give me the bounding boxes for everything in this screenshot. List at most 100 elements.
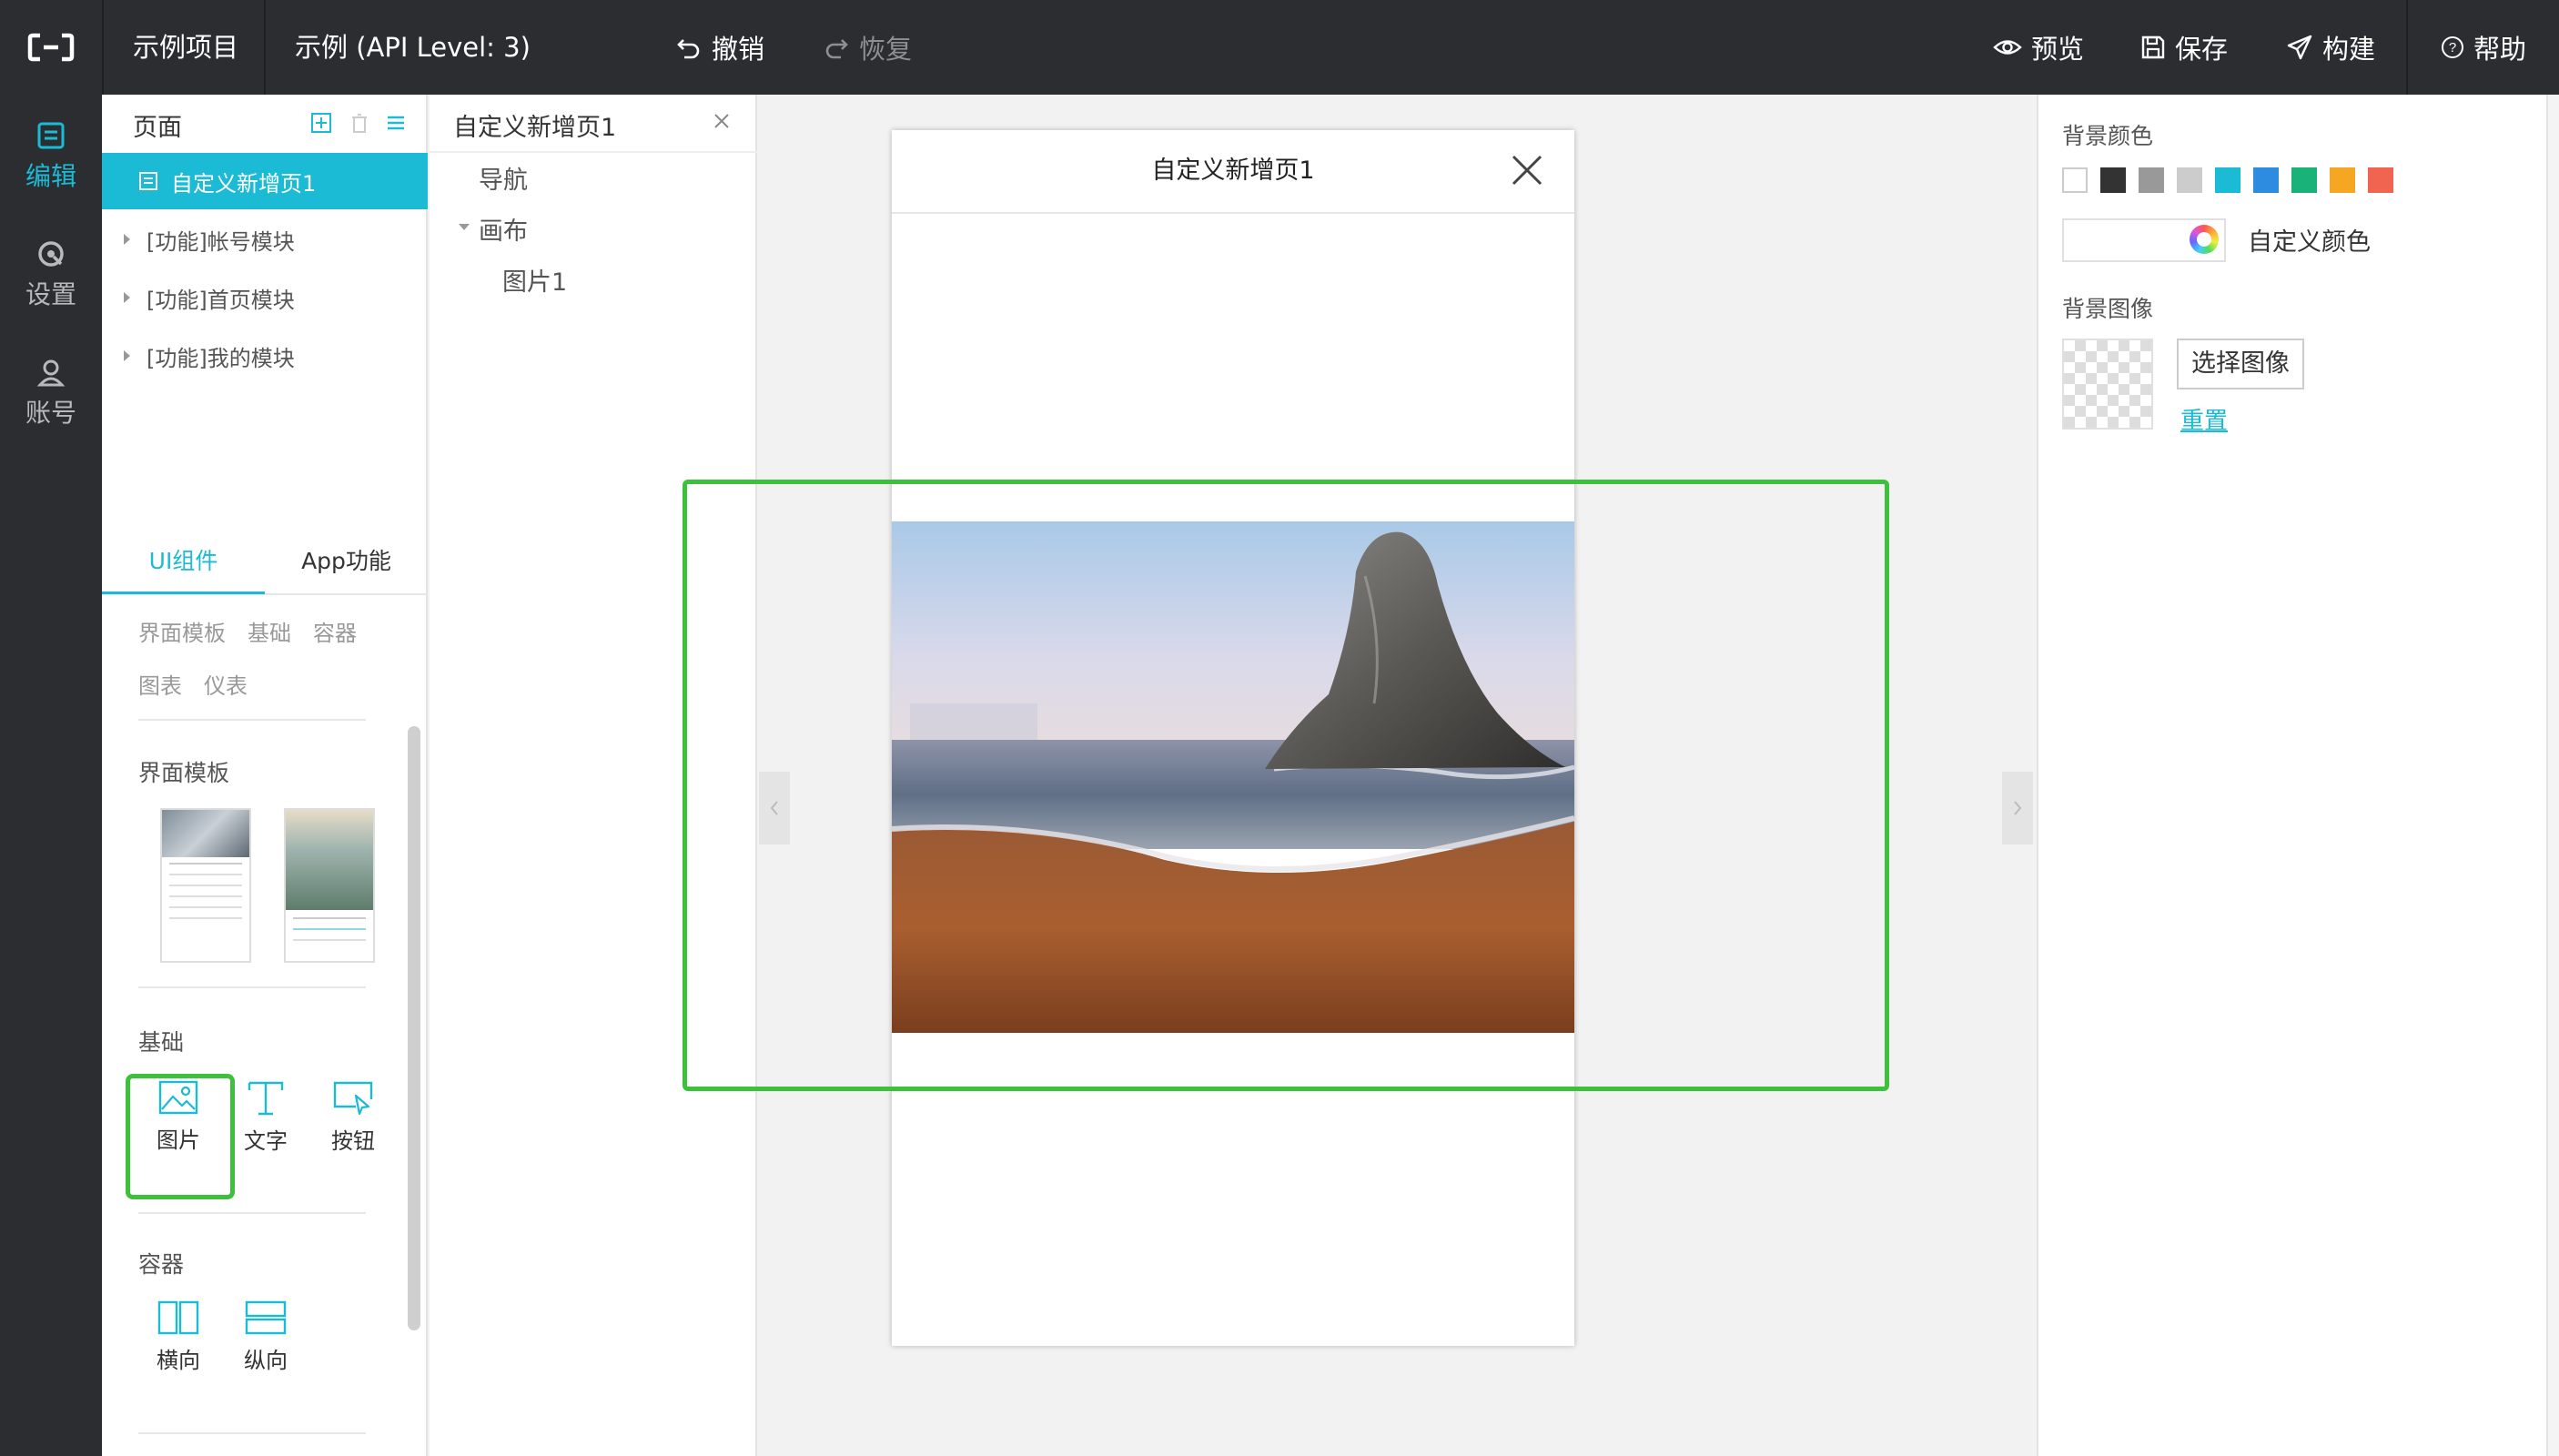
- undo-button[interactable]: 撤销: [675, 0, 764, 95]
- page-scrollbar[interactable]: [2546, 95, 2559, 1456]
- app-title: 示例 (API Level: 3): [295, 32, 531, 63]
- color-swatch[interactable]: [2291, 167, 2317, 193]
- trash-icon: [352, 114, 367, 133]
- caret-down-icon[interactable]: [459, 224, 470, 230]
- category-chart[interactable]: 图表: [138, 668, 182, 700]
- rail-label-settings: 设置: [25, 279, 76, 309]
- page-item-home-module[interactable]: [功能]首页模块: [102, 269, 428, 326]
- palette-tabs: UI组件 App功能: [102, 530, 428, 595]
- color-swatch[interactable]: [2177, 167, 2202, 193]
- color-swatch[interactable]: [2139, 167, 2164, 193]
- divider: [138, 719, 366, 721]
- page-item-label: [功能]帐号模块: [147, 228, 295, 255]
- phone-title: 自定义新增页1: [1151, 157, 1315, 185]
- divider: [138, 986, 366, 988]
- color-swatch[interactable]: [2100, 167, 2126, 193]
- color-wheel-icon[interactable]: [2190, 225, 2219, 254]
- redo-label: 恢复: [859, 34, 913, 65]
- tab-ui-components[interactable]: UI组件: [102, 530, 265, 594]
- custom-color-input[interactable]: [2062, 218, 2226, 262]
- rail-label-account: 账号: [25, 398, 76, 428]
- category-basic[interactable]: 基础: [248, 615, 291, 647]
- nav-rail: 编辑 设置 账号: [0, 95, 102, 1456]
- delete-page-button[interactable]: [344, 107, 375, 138]
- basic-section-title: 基础: [138, 1029, 185, 1056]
- component-horizontal[interactable]: 横向: [138, 1287, 218, 1387]
- category-container[interactable]: 容器: [313, 615, 357, 647]
- caret-right-icon: [124, 292, 130, 303]
- category-gauge[interactable]: 仪表: [204, 668, 248, 700]
- divider: [138, 1212, 366, 1214]
- pages-title: 页面: [133, 114, 182, 142]
- outline-item-canvas[interactable]: 画布: [479, 211, 528, 247]
- page-item-label: [功能]我的模块: [147, 345, 295, 371]
- page-menu-button[interactable]: [380, 107, 411, 138]
- topbar-divider: [102, 0, 104, 95]
- rail-item-edit[interactable]: 编辑: [0, 102, 102, 211]
- color-swatch[interactable]: [2215, 167, 2240, 193]
- button-icon: [333, 1081, 373, 1115]
- component-button[interactable]: 按钮: [313, 1067, 393, 1167]
- close-icon: [714, 114, 729, 128]
- svg-text:?: ?: [2449, 40, 2456, 56]
- tab-app-features[interactable]: App功能: [265, 530, 428, 593]
- topbar-divider: [2406, 0, 2408, 95]
- template-list-thumbnail[interactable]: [160, 808, 251, 963]
- page-item-account-module[interactable]: [功能]帐号模块: [102, 211, 428, 268]
- preview-button[interactable]: 预览: [1993, 0, 2084, 95]
- undo-label: 撤销: [712, 34, 765, 65]
- send-icon: [2287, 35, 2312, 60]
- eye-icon: [1993, 40, 2022, 55]
- color-swatch[interactable]: [2062, 167, 2088, 193]
- rail-item-settings[interactable]: 设置: [0, 220, 102, 329]
- phone-close-button[interactable]: [1509, 152, 1545, 188]
- page-item-custom[interactable]: 自定义新增页1: [102, 153, 428, 209]
- outline-tab[interactable]: 自定义新增页1: [430, 95, 757, 153]
- columns-icon: [157, 1300, 199, 1334]
- save-label: 保存: [2175, 34, 2229, 65]
- chevron-right-icon: [2014, 801, 2022, 815]
- caret-right-icon: [124, 350, 130, 361]
- rail-item-account[interactable]: 账号: [0, 339, 102, 448]
- component-vertical[interactable]: 纵向: [226, 1287, 306, 1387]
- help-label: 帮助: [2473, 34, 2527, 65]
- save-button[interactable]: 保存: [2140, 0, 2228, 95]
- outline-item-image[interactable]: 图片1: [502, 262, 567, 298]
- template-weather-thumbnail[interactable]: [284, 808, 375, 963]
- save-icon: [2141, 35, 2165, 59]
- choose-image-button[interactable]: 选择图像: [2177, 339, 2304, 389]
- reset-link[interactable]: 重置: [2180, 402, 2228, 436]
- rail-label-edit: 编辑: [25, 161, 76, 191]
- user-icon: [36, 359, 66, 387]
- add-page-button[interactable]: [306, 107, 337, 138]
- build-label: 构建: [2322, 34, 2376, 65]
- outline-item-nav[interactable]: 导航: [479, 160, 528, 196]
- close-tab-button[interactable]: [712, 111, 732, 131]
- palette-scrollbar[interactable]: [408, 726, 420, 1330]
- component-label: 按钮: [331, 1127, 375, 1154]
- settings-icon: [38, 241, 64, 267]
- bg-image-preview[interactable]: [2062, 339, 2153, 430]
- page-item-mine-module[interactable]: [功能]我的模块: [102, 328, 428, 384]
- divider: [138, 1432, 366, 1434]
- app-logo-icon[interactable]: [27, 33, 75, 62]
- collapse-right-button[interactable]: [2002, 772, 2033, 844]
- component-label: 文字: [244, 1127, 288, 1154]
- category-templates[interactable]: 界面模板: [138, 615, 226, 647]
- color-swatch[interactable]: [2253, 167, 2279, 193]
- edit-icon: [37, 122, 65, 149]
- color-swatch[interactable]: [2330, 167, 2355, 193]
- redo-button[interactable]: 恢复: [823, 0, 912, 95]
- color-swatch[interactable]: [2368, 167, 2393, 193]
- build-button[interactable]: 构建: [2286, 0, 2375, 95]
- component-text[interactable]: 文字: [226, 1067, 306, 1167]
- help-button[interactable]: ? 帮助: [2441, 0, 2526, 95]
- custom-color-label: 自定义颜色: [2248, 228, 2371, 257]
- selection-highlight-box: [683, 480, 1889, 1091]
- page-item-label: [功能]首页模块: [147, 287, 295, 313]
- bg-image-label: 背景图像: [2062, 296, 2154, 322]
- help-icon: ?: [2442, 36, 2463, 58]
- topbar-divider: [264, 0, 266, 95]
- project-name[interactable]: 示例项目: [133, 0, 238, 95]
- component-label: 横向: [157, 1347, 200, 1373]
